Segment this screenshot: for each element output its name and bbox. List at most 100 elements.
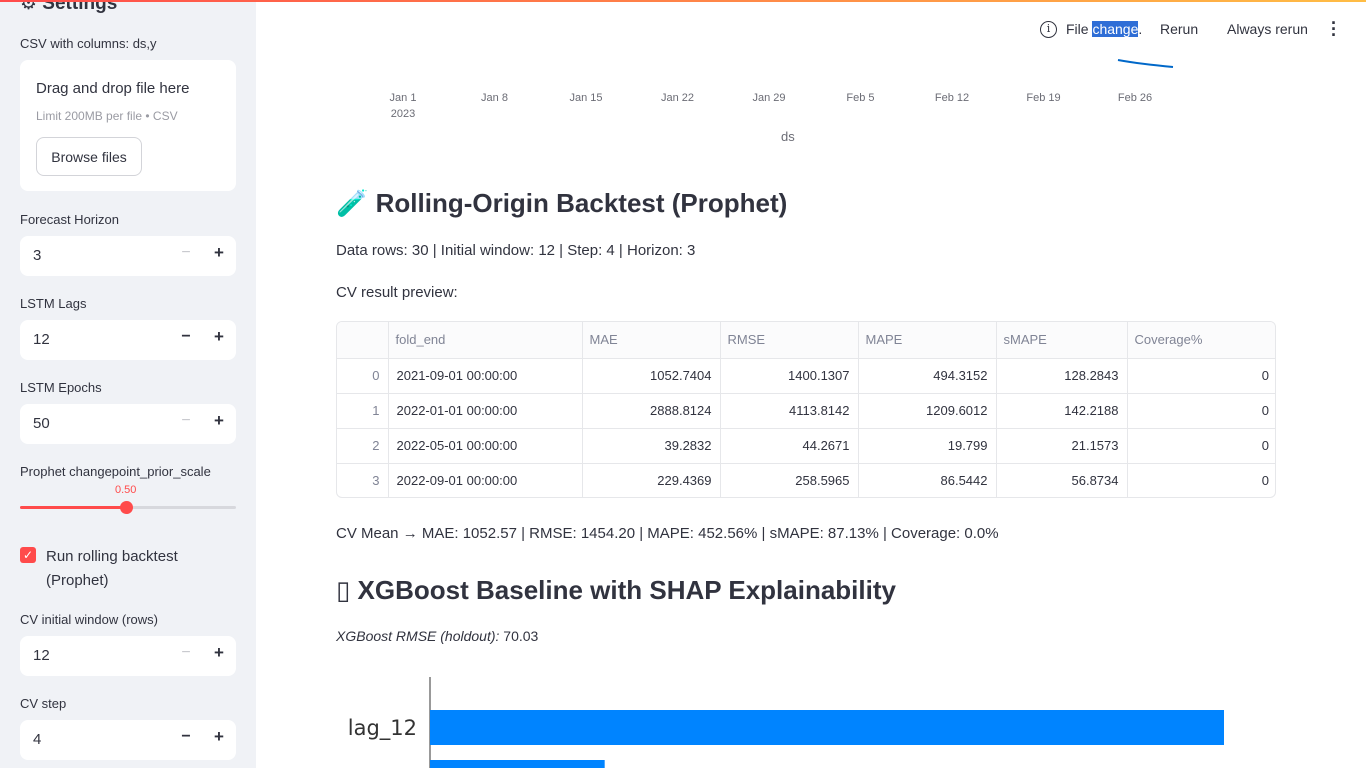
forecast-horizon-increment-button[interactable]: + bbox=[210, 243, 228, 265]
file-change-prefix: File bbox=[1066, 21, 1089, 37]
main-menu-icon[interactable]: · · · bbox=[1327, 14, 1341, 44]
file-change-notice: File change. bbox=[1066, 21, 1142, 37]
table-row[interactable]: 1 2022-01-01 00:00:00 2888.8124 4113.8142 12… bbox=[337, 393, 1275, 429]
table-row[interactable]: 0 2021-09-01 00:00:00 1052.7404 1400.1307 49… bbox=[337, 358, 1275, 394]
slider-fill bbox=[20, 506, 126, 509]
table-cell: 0 bbox=[1127, 358, 1275, 394]
browse-files-button[interactable]: Browse files bbox=[36, 137, 142, 176]
prophet-cps-value: 0.50 bbox=[115, 484, 137, 496]
shap-importance-chart: lag_12 bbox=[348, 677, 1224, 768]
cv-step-decrement-button[interactable]: − bbox=[177, 728, 195, 750]
cv-step-input[interactable]: 4 − + bbox=[20, 720, 236, 760]
column-header[interactable]: MAE bbox=[582, 322, 721, 359]
table-cell: 494.3152 bbox=[858, 358, 997, 394]
column-header[interactable]: fold_end bbox=[388, 322, 583, 359]
column-header[interactable]: sMAPE bbox=[996, 322, 1128, 359]
run-backtest-checkbox[interactable]: ✓ bbox=[20, 547, 36, 563]
table-cell: 4113.8142 bbox=[720, 393, 859, 429]
table-cell: 258.5965 bbox=[720, 463, 859, 497]
table-cell: 56.8734 bbox=[996, 463, 1128, 497]
cv-initial-decrement-button[interactable]: − bbox=[177, 644, 195, 666]
table-cell: 2022-01-01 00:00:00 bbox=[388, 393, 583, 429]
file-change-suffix: . bbox=[1138, 21, 1143, 37]
table-cell: 2888.8124 bbox=[582, 393, 721, 429]
forecast-horizon-input[interactable]: 3 − + bbox=[20, 236, 236, 276]
file-change-selected: change bbox=[1092, 21, 1139, 37]
top-decoration-bar bbox=[0, 0, 1366, 2]
table-cell: 1052.7404 bbox=[582, 358, 721, 394]
table-cell: 1 bbox=[337, 393, 389, 429]
cv-mean-summary: CV Mean → MAE: 1052.57 | RMSE: 1454.20 |… bbox=[336, 525, 999, 542]
shap-category-label: lag_12 bbox=[348, 716, 417, 741]
lstm-epochs-label: LSTM Epochs bbox=[20, 380, 102, 395]
x-tick-label: Feb 12 bbox=[935, 92, 969, 104]
forecast-line bbox=[1117, 59, 1174, 68]
run-backtest-label[interactable]: Run rolling backtest (Prophet) bbox=[46, 545, 226, 593]
x-tick-label: Jan 22 bbox=[661, 92, 694, 104]
lstm-lags-input[interactable]: 12 − + bbox=[20, 320, 236, 360]
table-cell: 0 bbox=[1127, 428, 1275, 464]
cv-step-increment-button[interactable]: + bbox=[210, 727, 228, 749]
x-tick-label: Feb 19 bbox=[1026, 92, 1060, 104]
lstm-epochs-input[interactable]: 50 − + bbox=[20, 404, 236, 444]
table-cell: 2022-09-01 00:00:00 bbox=[388, 463, 583, 497]
sidebar-title: ⚙ Settings bbox=[20, 0, 118, 14]
table-cell: 86.5442 bbox=[858, 463, 997, 497]
table-cell: 229.4369 bbox=[582, 463, 721, 497]
shap-bars: lag_12 bbox=[348, 710, 1224, 768]
table-cell: 39.2832 bbox=[582, 428, 721, 464]
xgboost-rmse-label: XGBoost RMSE (holdout): bbox=[336, 628, 500, 644]
cv-initial-input[interactable]: 12 − + bbox=[20, 636, 236, 676]
table-cell: 2022-05-01 00:00:00 bbox=[388, 428, 583, 464]
lstm-epochs-value[interactable]: 50 bbox=[33, 415, 50, 432]
lstm-lags-value[interactable]: 12 bbox=[33, 331, 50, 348]
table-cell: 0 bbox=[1261, 473, 1269, 489]
table-row[interactable]: 2 2022-05-01 00:00:00 39.2832 44.2671 19.799… bbox=[337, 428, 1275, 464]
missing-glyph-icon: ▯ bbox=[336, 575, 351, 605]
backtest-heading-text: Rolling-Origin Backtest (Prophet) bbox=[375, 188, 788, 218]
cv-step-value[interactable]: 4 bbox=[33, 731, 41, 748]
info-icon: i bbox=[1040, 21, 1057, 38]
xgboost-heading-text: XGBoost Baseline with SHAP Explainabilit… bbox=[357, 575, 896, 605]
prophet-cps-slider[interactable] bbox=[20, 501, 236, 514]
lstm-epochs-decrement-button[interactable]: − bbox=[177, 412, 195, 434]
lstm-epochs-increment-button[interactable]: + bbox=[210, 411, 228, 433]
xgboost-heading: ▯ XGBoost Baseline with SHAP Explainabil… bbox=[336, 575, 896, 606]
table-cell: 19.799 bbox=[858, 428, 997, 464]
table-header-row: fold_end MAE RMSE MAPE sMAPE Coverage% bbox=[337, 322, 1275, 359]
lstm-lags-increment-button[interactable]: + bbox=[210, 327, 228, 349]
table-cell: 0 bbox=[337, 358, 389, 394]
forecast-horizon-decrement-button[interactable]: − bbox=[177, 244, 195, 266]
table-cell: 1400.1307 bbox=[720, 358, 859, 394]
xgboost-rmse-value: 70.03 bbox=[503, 628, 539, 644]
cv-preview-label: CV result preview: bbox=[336, 284, 458, 301]
column-header[interactable]: MAPE bbox=[858, 322, 997, 359]
column-header[interactable]: Coverage% bbox=[1127, 322, 1275, 359]
x-tick-year-label: 2023 bbox=[391, 108, 415, 120]
slider-thumb[interactable] bbox=[119, 501, 133, 514]
xgboost-rmse: XGBoost RMSE (holdout): 70.03 bbox=[336, 628, 538, 644]
forecast-horizon-value[interactable]: 3 bbox=[33, 247, 41, 264]
column-header[interactable] bbox=[337, 322, 389, 359]
x-tick-label: Jan 15 bbox=[569, 92, 602, 104]
table-cell: 21.1573 bbox=[996, 428, 1128, 464]
csv-label: CSV with columns: ds,y bbox=[20, 36, 157, 51]
always-rerun-button[interactable]: Always rerun bbox=[1227, 21, 1308, 37]
file-uploader[interactable]: Drag and drop file here Limit 200MB per … bbox=[20, 60, 236, 191]
x-tick-label: Jan 29 bbox=[752, 92, 785, 104]
rerun-button[interactable]: Rerun bbox=[1160, 21, 1198, 37]
x-axis-ticks: Jan 1 Jan 8 Jan 15 Jan 22 Jan 29 Feb 5 Feb 12 F… bbox=[390, 92, 1153, 120]
table-row[interactable]: 3 2022-09-01 00:00:00 229.4369 258.5965 86.5… bbox=[337, 463, 1275, 497]
sidebar: ⚙ Settings CSV with columns: ds,y Drag a… bbox=[0, 0, 256, 768]
uploader-title: Drag and drop file here bbox=[36, 80, 190, 97]
test-tube-icon: 🧪 bbox=[336, 188, 369, 218]
column-header[interactable]: RMSE bbox=[720, 322, 859, 359]
x-tick-label: Feb 5 bbox=[846, 92, 874, 104]
cv-initial-value[interactable]: 12 bbox=[33, 647, 50, 664]
lstm-lags-decrement-button[interactable]: − bbox=[177, 328, 195, 350]
cv-initial-increment-button[interactable]: + bbox=[210, 643, 228, 665]
table-cell: 2 bbox=[337, 428, 389, 464]
x-tick-label: Jan 1 bbox=[390, 92, 417, 104]
cv-results-table[interactable]: fold_end MAE RMSE MAPE sMAPE Coverage% 0 2021-… bbox=[336, 321, 1276, 498]
table-cell: 1209.6012 bbox=[858, 393, 997, 429]
